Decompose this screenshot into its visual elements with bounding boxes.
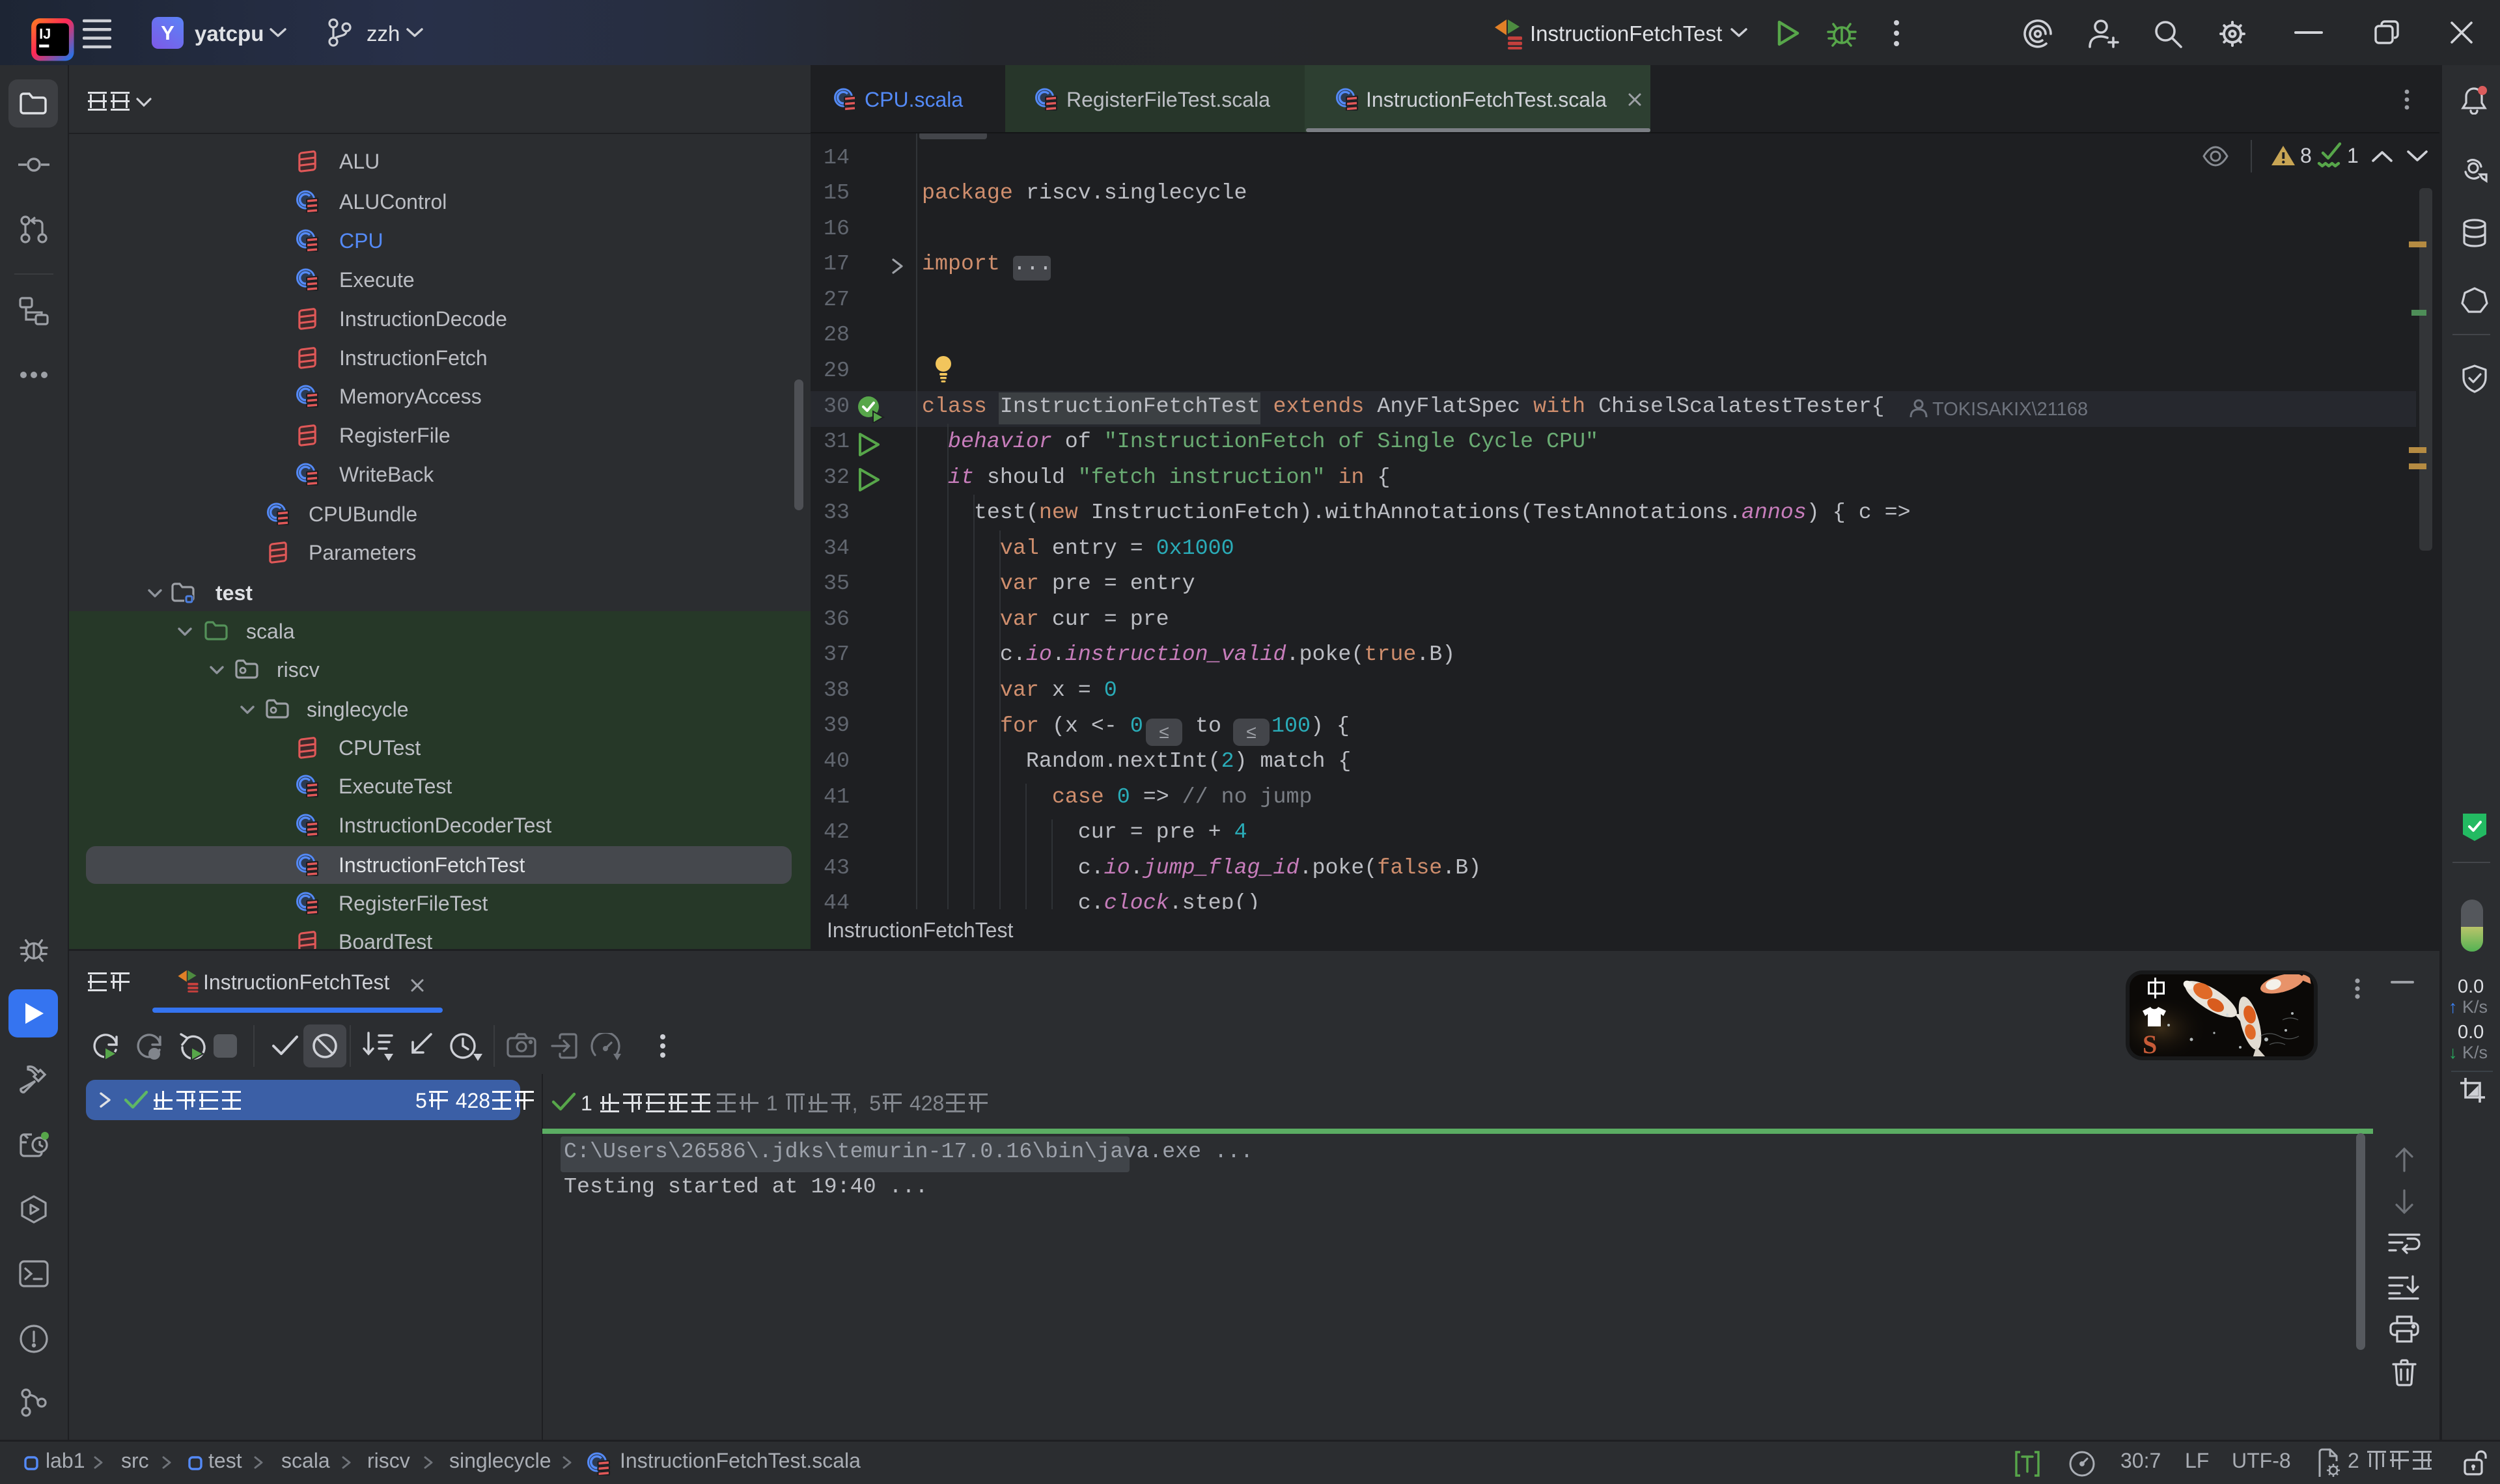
- svg-text:IJ: IJ: [39, 26, 51, 42]
